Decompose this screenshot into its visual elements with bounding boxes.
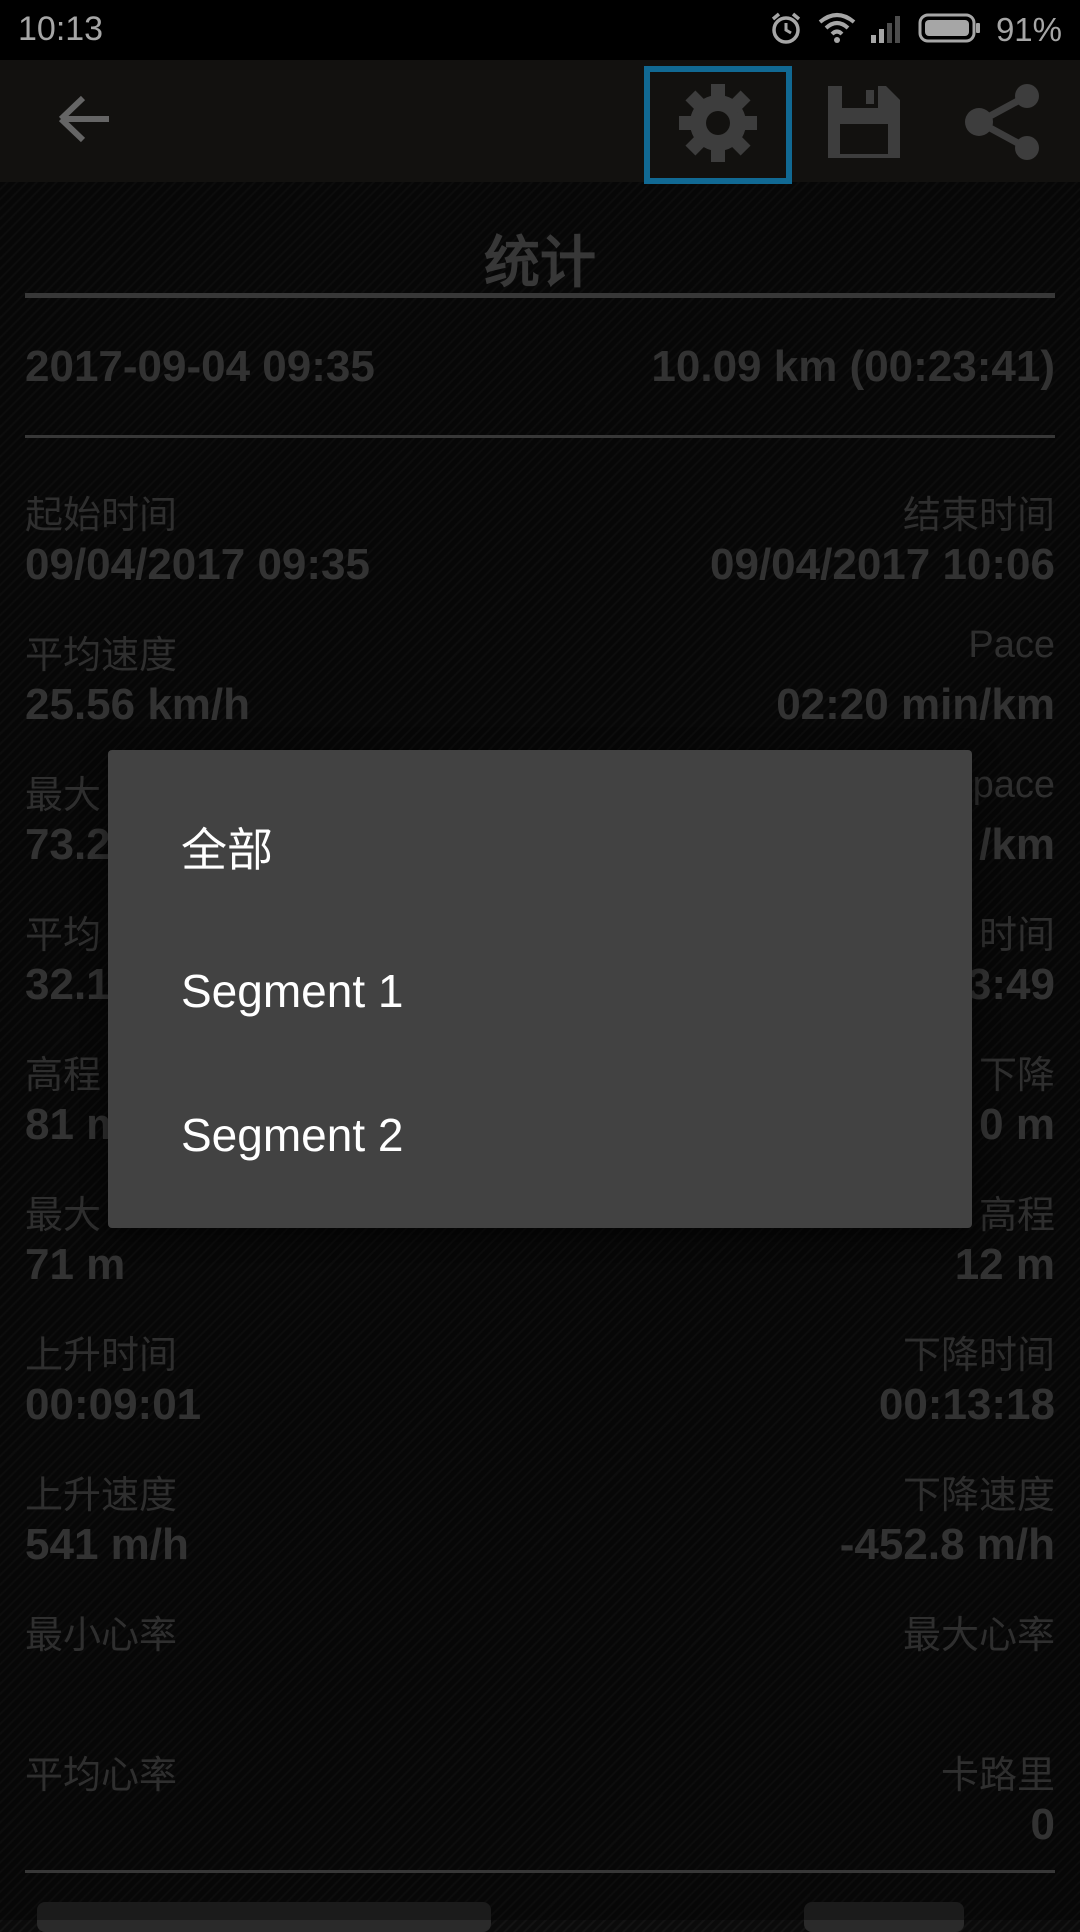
option-segment-2[interactable]: Segment 2 [181, 1080, 941, 1190]
option-all[interactable]: 全部 [181, 792, 941, 902]
option-segment-1[interactable]: Segment 1 [181, 936, 941, 1046]
segment-select-dialog: 全部 Segment 1 Segment 2 [108, 750, 972, 1228]
